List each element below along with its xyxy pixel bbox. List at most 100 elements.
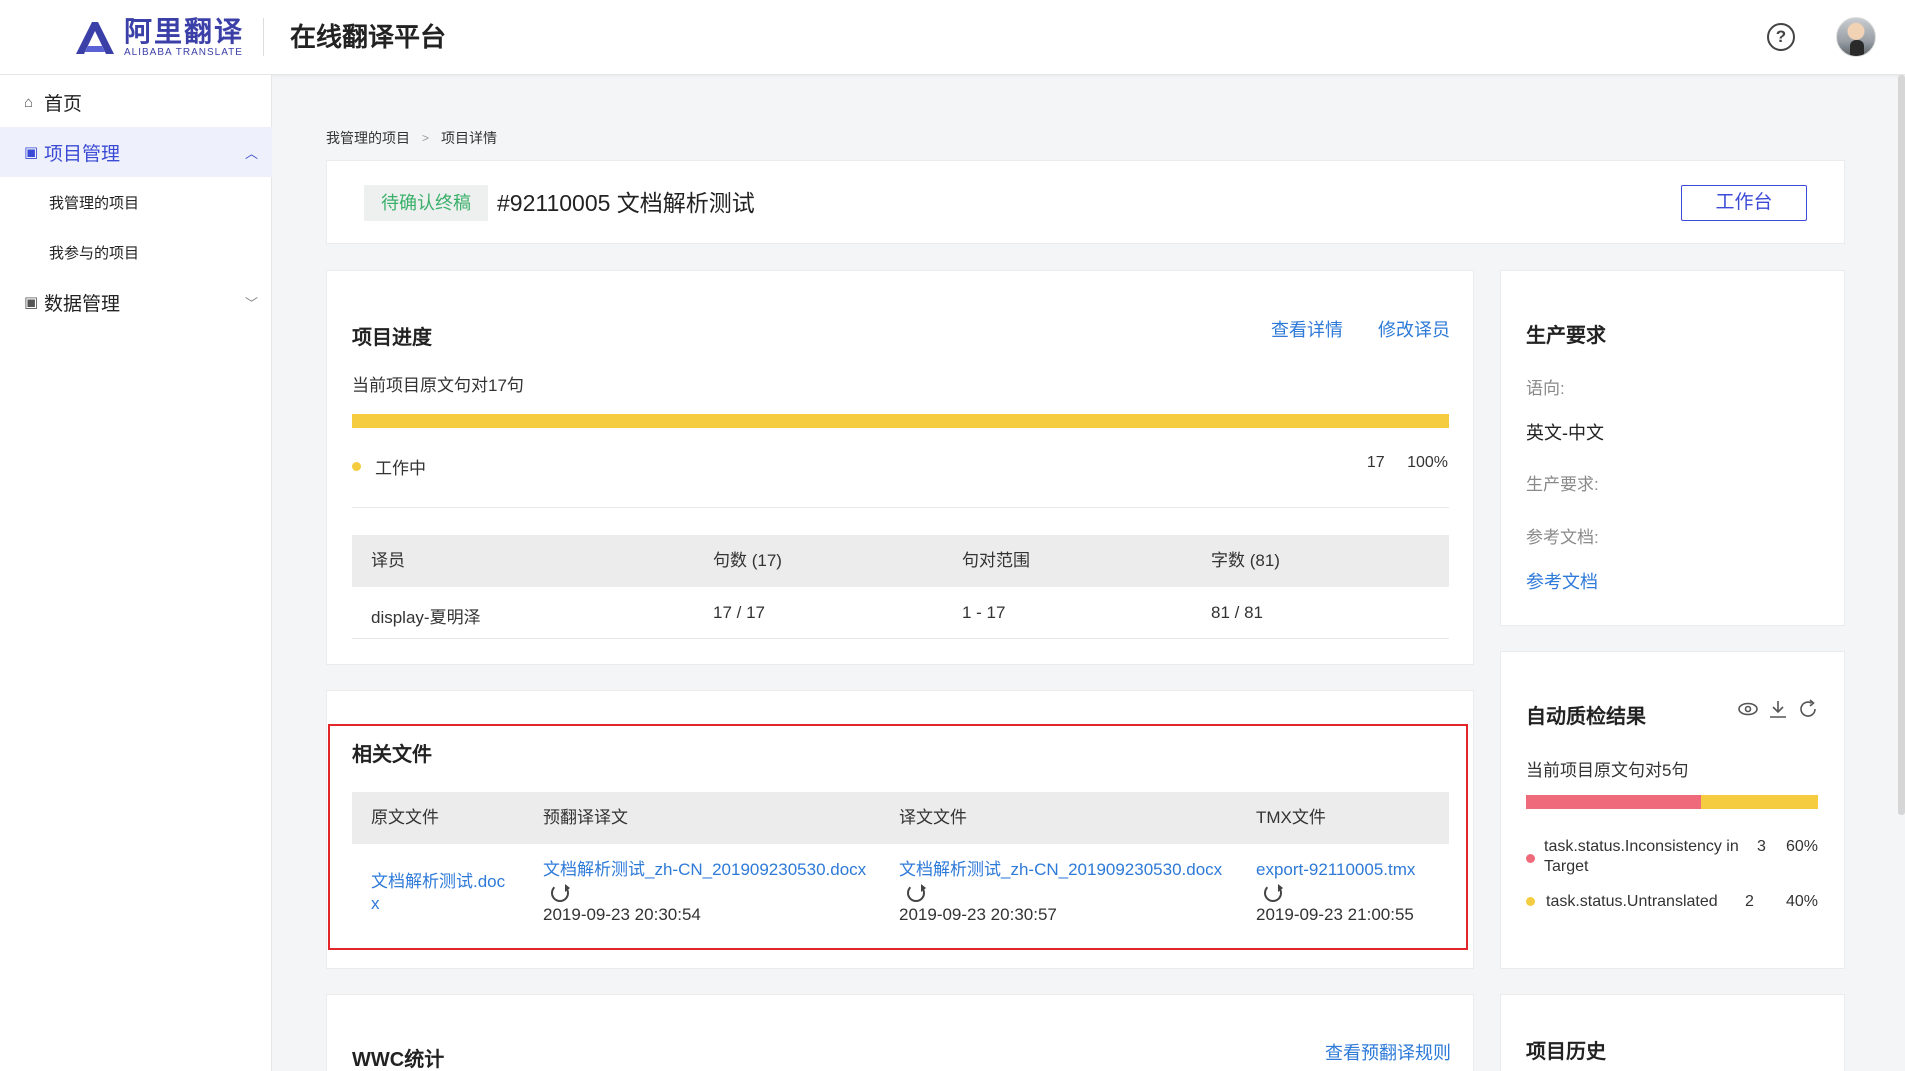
column-header: 译文文件 [899, 808, 967, 827]
pretranslated-date: 2019-09-23 20:30:54 [543, 905, 701, 924]
column-header: 译员 [371, 551, 405, 570]
translated-file-name: 文档解析测试_zh-CN_201909230530.docx [899, 860, 1223, 879]
chevron-down-icon: ﹀ [244, 295, 258, 311]
header-divider [263, 18, 264, 56]
workbench-button[interactable]: 工作台 [1681, 185, 1807, 221]
download-icon[interactable] [1767, 698, 1789, 720]
reference-doc-label: 参考文档: [1526, 528, 1599, 547]
sidebar: ⌂ 首页 ▣ 项目管理 ︿ 我管理的项目 我参与的项目 ▣ 数据管理 ﹀ [0, 75, 272, 1071]
translated-date: 2019-09-23 20:30:57 [899, 905, 1057, 924]
pretranslated-file-name: 文档解析测试_zh-CN_201909230530.docx [543, 860, 867, 879]
qa-actions [1737, 698, 1819, 720]
qa-bar-inconsistency [1526, 795, 1702, 809]
legend-dot-red [1526, 854, 1535, 863]
qa-item-count: 2 [1745, 893, 1754, 910]
column-header: 句对范围 [962, 551, 1030, 570]
qa-item-count: 3 [1757, 838, 1766, 855]
breadcrumb: 我管理的项目 > 项目详情 [326, 128, 497, 148]
history-title: 项目历史 [1526, 1041, 1606, 1063]
image-icon: ▣ [24, 294, 39, 311]
sidebar-subitem-my-managed-projects[interactable]: 我管理的项目 [0, 177, 272, 227]
table-cell: 17 / 17 [713, 603, 765, 622]
status-badge: 待确认终稿 [364, 185, 488, 221]
project-progress-card: 项目进度 查看详情 修改译员 当前项目原文句对17句 工作中 17 100% 译… [326, 270, 1474, 665]
logo-cn-text: 阿里翻译 [124, 16, 245, 47]
sidebar-item-label: 首页 [44, 93, 83, 115]
tmx-date: 2019-09-23 21:00:55 [1256, 905, 1414, 924]
progress-title: 项目进度 [352, 327, 432, 349]
wwc-stats-card: WWC统计 查看预翻译规则 [326, 994, 1474, 1071]
chevron-up-icon: ︿ [244, 145, 258, 161]
table-cell: display-夏明泽 [371, 608, 481, 627]
breadcrumb-parent-link[interactable]: 我管理的项目 [326, 128, 410, 148]
translator-table-header: 译员 句数 (17) 句对范围 字数 (81) [352, 535, 1449, 587]
qa-item-label: task.status.Untranslated [1546, 893, 1718, 910]
user-avatar[interactable] [1836, 17, 1876, 57]
divider [352, 638, 1449, 639]
status-percent: 100% [1407, 454, 1448, 471]
project-title-card: 待确认终稿 #92110005 文档解析测试 工作台 [326, 160, 1845, 244]
top-header: 阿里翻译 ALIBABA TRANSLATE 在线翻译平台 ? [0, 0, 1905, 75]
sidebar-item-label: 项目管理 [44, 143, 121, 165]
qa-bar-untranslated [1701, 795, 1818, 809]
tmx-file-name: export-92110005.tmx [1256, 860, 1416, 879]
qa-item-label: task.status.Inconsistency in Target [1544, 838, 1739, 875]
source-file-link[interactable]: 文档解析测试.docx [371, 871, 511, 915]
page-scrollbar[interactable] [1898, 75, 1905, 815]
pretranslated-file-link[interactable]: 文档解析测试_zh-CN_201909230530.docx [543, 859, 873, 903]
column-header: 原文文件 [371, 808, 439, 827]
column-header: 字数 (81) [1211, 551, 1280, 570]
status-count: 17 [1366, 454, 1385, 471]
refresh-icon[interactable] [907, 883, 926, 902]
status-dot [352, 462, 361, 471]
sidebar-item-home[interactable]: ⌂ 首页 [0, 77, 272, 127]
table-cell: 1 - 17 [962, 603, 1006, 622]
edit-translator-link[interactable]: 修改译员 [1378, 316, 1450, 342]
files-table-header: 原文文件 预翻译译文 译文文件 TMX文件 [352, 792, 1449, 844]
table-cell: 81 / 81 [1211, 603, 1263, 622]
sidebar-subitem-my-participated-projects[interactable]: 我参与的项目 [0, 227, 272, 277]
sidebar-item-label: 数据管理 [44, 293, 121, 315]
view-details-link[interactable]: 查看详情 [1271, 316, 1343, 342]
breadcrumb-current: 项目详情 [441, 130, 498, 146]
qa-item-percent: 40% [1786, 893, 1819, 910]
status-values: 17 100% [1367, 454, 1448, 472]
tmx-file-link[interactable]: export-92110005.tmx [1256, 859, 1456, 903]
wwc-title: WWC统计 [352, 1049, 445, 1071]
logo-mark-icon [76, 22, 114, 54]
refresh-icon[interactable] [1264, 883, 1283, 902]
image-icon: ▣ [24, 144, 39, 161]
files-title: 相关文件 [352, 744, 432, 766]
pretranslate-rules-link[interactable]: 查看预翻译规则 [1325, 1039, 1451, 1065]
sidebar-item-project-management[interactable]: ▣ 项目管理 ︿ [0, 127, 272, 177]
direction-value: 英文-中文 [1526, 423, 1604, 443]
sidebar-item-label: 我管理的项目 [49, 194, 140, 212]
progress-bar [352, 414, 1449, 428]
help-circle-icon[interactable]: ? [1767, 23, 1795, 51]
divider [352, 507, 1449, 508]
sidebar-item-label: 我参与的项目 [49, 244, 140, 262]
refresh-icon[interactable] [1797, 698, 1819, 720]
requirements-title: 生产要求 [1526, 325, 1606, 347]
column-header: 句数 (17) [713, 551, 782, 570]
home-icon: ⌂ [24, 93, 34, 111]
legend-dot-yellow [1526, 897, 1535, 906]
reference-doc-link[interactable]: 参考文档 [1526, 568, 1598, 594]
platform-title: 在线翻译平台 [290, 22, 447, 52]
chevron-right-icon: > [422, 131, 430, 145]
qa-subtitle: 当前项目原文句对5句 [1526, 761, 1689, 780]
project-history-card: 项目历史 [1500, 994, 1845, 1071]
alibaba-translate-logo[interactable]: 阿里翻译 ALIBABA TRANSLATE [72, 16, 244, 60]
page-title: #92110005 文档解析测试 [497, 190, 755, 216]
auto-qa-card: 自动质检结果 当前项目原文句对5句 task.status.Inconsiste… [1500, 651, 1845, 969]
eye-icon[interactable] [1737, 698, 1759, 720]
column-header: TMX文件 [1256, 808, 1326, 827]
related-files-card: 相关文件 原文文件 预翻译译文 译文文件 TMX文件 文档解析测试.docx 文… [326, 690, 1474, 969]
qa-item-percent: 60% [1786, 838, 1819, 855]
production-label: 生产要求: [1526, 475, 1599, 494]
translated-file-link[interactable]: 文档解析测试_zh-CN_201909230530.docx [899, 859, 1229, 903]
sidebar-item-data-management[interactable]: ▣ 数据管理 ﹀ [0, 277, 272, 327]
production-requirements-card: 生产要求 语向: 英文-中文 生产要求: 参考文档: 参考文档 [1500, 270, 1845, 626]
status-label: 工作中 [375, 459, 426, 478]
refresh-icon[interactable] [551, 883, 570, 902]
